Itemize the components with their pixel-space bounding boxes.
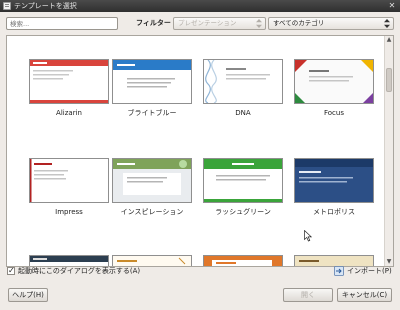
title-bar: テンプレートを選択 ✕: [0, 0, 400, 12]
close-icon[interactable]: ✕: [387, 1, 397, 11]
filter-label: フィルター: [136, 19, 171, 27]
template-thumbnail: [203, 158, 283, 203]
import-icon: [334, 266, 344, 276]
category-select[interactable]: すべてのカテゴリ: [268, 17, 394, 30]
mouse-cursor-icon: [304, 230, 312, 242]
category-value: すべてのカテゴリ: [273, 19, 325, 27]
template-thumbnail: [294, 59, 374, 104]
template-name: インスピレーション: [120, 208, 184, 216]
template-name: メトロポリス: [313, 208, 355, 216]
template-name: ブライトブルー: [127, 109, 177, 117]
template-name: Impress: [55, 208, 83, 216]
checkmark-icon: ✓: [8, 266, 15, 275]
scrollbar-thumb[interactable]: [386, 68, 392, 92]
cancel-button[interactable]: キャンセル(C): [337, 288, 392, 302]
vertical-scrollbar[interactable]: ▲ ▼: [384, 36, 393, 266]
template-thumbnail: [203, 255, 283, 266]
template-thumbnail: [29, 59, 109, 104]
app-icon: [3, 2, 11, 10]
show-on-startup-checkbox[interactable]: ✓: [7, 266, 15, 275]
template-thumbnail: [203, 59, 283, 104]
template-gallery: Alizarin ブライトブルー DNA Focus Impress インスピレ…: [6, 35, 394, 267]
template-thumbnail: [112, 59, 192, 104]
search-input[interactable]: [7, 18, 117, 29]
scroll-up-icon[interactable]: ▲: [385, 36, 393, 44]
template-name: Focus: [324, 109, 344, 117]
template-name: ラッシュグリーン: [215, 208, 271, 216]
import-button[interactable]: インポート(P): [334, 266, 394, 277]
help-button[interactable]: ヘルプ(H): [8, 288, 48, 302]
document-type-value: プレゼンテーション: [178, 19, 237, 27]
document-type-select[interactable]: プレゼンテーション: [173, 17, 266, 30]
show-on-startup-label[interactable]: 起動時にこのダイアログを表示する(A): [18, 266, 140, 276]
updown-arrows-icon: [384, 19, 390, 28]
window-title: テンプレートを選択: [14, 2, 77, 10]
template-thumbnail: [294, 158, 374, 203]
open-button[interactable]: 開く: [283, 288, 333, 302]
updown-arrows-icon: [256, 19, 262, 28]
template-dialog: フィルター プレゼンテーション すべてのカテゴリ: [0, 12, 400, 310]
scroll-down-icon[interactable]: ▼: [385, 258, 393, 266]
template-thumbnail: [29, 158, 109, 203]
template-thumbnail: [112, 158, 192, 203]
import-label: インポート(P): [347, 267, 392, 275]
search-box[interactable]: [6, 17, 118, 30]
template-name: DNA: [235, 109, 251, 117]
template-name: Alizarin: [56, 109, 82, 117]
